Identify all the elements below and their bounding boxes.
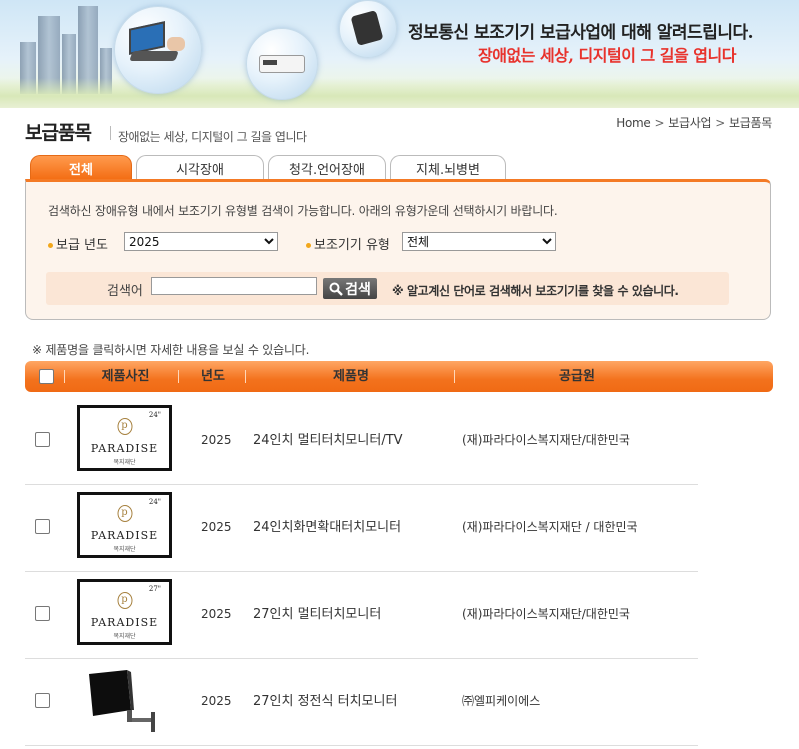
search-note: ※ 알고계신 단어로 검색해서 보조기기를 찾을 수 있습니다. [392,284,679,298]
product-name-link[interactable]: 27인치 정전식 터치모니터 [253,658,397,745]
page-subtitle: 장애없는 세상, 디지털이 그 길을 엽니다 [118,130,307,144]
tab-all[interactable]: 전체 [30,155,132,180]
page-title: 보급품목 [25,122,92,144]
breadcrumb-current: 보급품목 [729,116,772,130]
tab-visual[interactable]: 시각장애 [136,155,264,180]
row-year: 2025 [201,520,232,534]
row-supplier: ㈜엘피케이에스 [462,694,541,708]
bullet-icon [306,243,311,248]
product-name-link[interactable]: 27인치 멀티터치모니터 [253,571,381,658]
thumb-sub: 복지재단 [113,459,136,466]
row-supplier: (재)파라다이스복지재단 / 대한민국 [462,520,638,534]
table-row: 27" p PARADISE 복지재단 2025 27인치 멀티터치모니터 (재… [25,571,698,659]
keyword-input[interactable] [151,277,317,295]
monitor-arm-icon [89,670,155,732]
breadcrumb-home[interactable]: Home [616,116,651,130]
header-divider [245,370,246,383]
header-year: 년도 [201,369,225,384]
thumb-size-label: 24" [148,498,161,506]
banner-ground [0,78,799,108]
title-divider [110,126,111,140]
search-button[interactable]: 검색 [323,278,377,299]
table-header: 제품사진 년도 제품명 공급원 [25,361,773,392]
row-year: 2025 [201,694,232,708]
header-divider [454,370,455,383]
thumb-brand: PARADISE [90,616,159,629]
search-icon [329,282,343,296]
bullet-icon [48,243,53,248]
breadcrumb-item[interactable]: 보급사업 [668,114,711,131]
banner-title: 정보통신 보조기기 보급사업에 대해 알려드립니다. [408,23,754,43]
paradise-logo-icon: p [117,592,132,609]
search-panel: 검색하신 장애유형 내에서 보조기기 유형별 검색이 가능합니다. 아래의 유형… [25,179,771,320]
table-row: 2025 27인치 정전식 터치모니터 ㈜엘피케이에스 [25,658,698,746]
header-supplier: 공급원 [559,369,595,384]
phone-bubble [339,0,397,58]
search-description: 검색하신 장애유형 내에서 보조기기 유형별 검색이 가능합니다. 아래의 유형… [48,204,558,218]
device-type-select[interactable]: 전체 [402,232,556,251]
top-banner: 정보통신 보조기기 보급사업에 대해 알려드립니다. 장애없는 세상, 디지털이… [0,0,799,108]
row-supplier: (재)파라다이스복지재단/대한민국 [462,607,630,621]
row-supplier: (재)파라다이스복지재단/대한민국 [462,433,630,447]
chevron-right-icon: > [654,116,665,130]
table-row: 24" p PARADISE 복지재단 2025 24인치 멀티터치모니터/TV… [25,397,698,485]
keyword-label: 검색어 [107,284,143,299]
product-thumbnail[interactable] [77,666,172,732]
header-divider [64,370,65,383]
paradise-logo-icon: p [117,505,132,522]
type-label: 보조기기 유형 [306,234,390,253]
table-row: 24" p PARADISE 복지재단 2025 24인치화면확대터치모니터 (… [25,484,698,572]
select-all-checkbox[interactable] [39,369,54,384]
thumb-sub: 복지재단 [113,633,136,640]
row-year: 2025 [201,433,232,447]
thumb-size-label: 27" [148,585,161,593]
row-checkbox[interactable] [35,693,50,708]
product-name-link[interactable]: 24인치 멀티터치모니터/TV [253,397,403,484]
header-photo: 제품사진 [101,369,150,384]
year-label-text: 보급 년도 [56,238,108,253]
year-label: 보급 년도 [48,234,108,253]
banner-subtitle: 장애없는 세상, 디지털이 그 길을 엽니다 [478,46,736,65]
row-year: 2025 [201,607,232,621]
year-select[interactable]: 2025 [124,232,278,251]
header-product-name: 제품명 [333,369,369,384]
breadcrumb: Home > 보급사업 > 보급품목 [616,114,772,131]
tab-hearing-speech[interactable]: 청각.언어장애 [268,155,386,180]
header-divider [178,370,179,383]
tab-physical-brain[interactable]: 지체.뇌병변 [390,155,506,180]
click-notice: ※ 제품명을 클릭하시면 자세한 내용을 보실 수 있습니다. [32,343,310,357]
device-bubble [246,28,318,100]
thumb-brand: PARADISE [90,442,159,455]
search-button-label: 검색 [345,281,371,298]
product-thumbnail[interactable]: 27" p PARADISE 복지재단 [77,579,172,645]
product-thumbnail[interactable]: 24" p PARADISE 복지재단 [77,492,172,558]
thumb-sub: 복지재단 [113,546,136,553]
chevron-right-icon: > [715,116,726,130]
paradise-logo-icon: p [117,418,132,435]
row-checkbox[interactable] [35,606,50,621]
row-checkbox[interactable] [35,432,50,447]
type-label-text: 보조기기 유형 [314,238,390,253]
row-checkbox[interactable] [35,519,50,534]
laptop-bubble [114,6,202,94]
product-thumbnail[interactable]: 24" p PARADISE 복지재단 [77,405,172,471]
thumb-brand: PARADISE [90,529,159,542]
thumb-size-label: 24" [148,411,161,419]
disability-tabs: 전체 시각장애 청각.언어장애 지체.뇌병변 [30,155,510,180]
product-name-link[interactable]: 24인치화면확대터치모니터 [253,484,401,571]
keyword-area: 검색어 검색 ※ 알고계신 단어로 검색해서 보조기기를 찾을 수 있습니다. [46,272,729,305]
